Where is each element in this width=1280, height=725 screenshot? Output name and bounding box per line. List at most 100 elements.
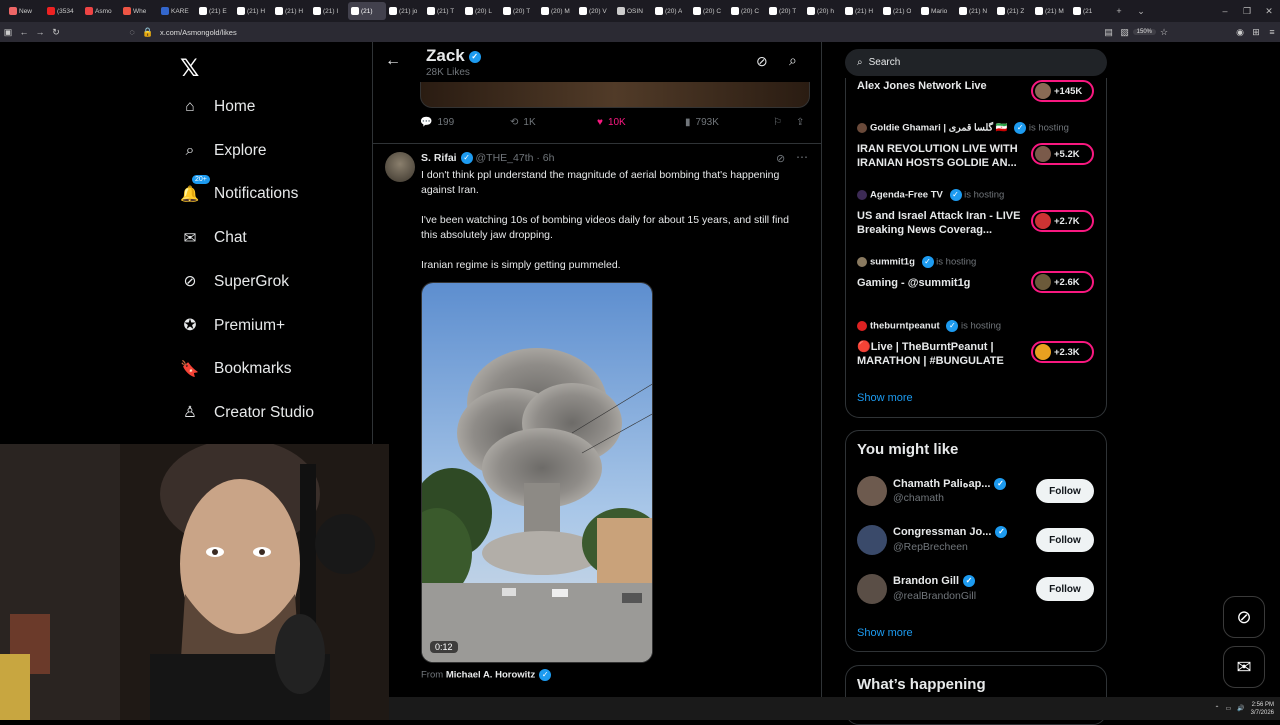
- extensions-icon[interactable]: ⊞: [1248, 27, 1264, 38]
- browser-tab[interactable]: (20) V: [576, 2, 614, 20]
- suggested-user-name[interactable]: Brandon Gill ✓: [893, 575, 975, 588]
- more-options-icon[interactable]: ⋯: [796, 150, 808, 164]
- browser-tab[interactable]: Asmo: [82, 2, 120, 20]
- suggested-user-handle[interactable]: @chamath: [893, 492, 944, 504]
- minimize-icon[interactable]: –: [1214, 6, 1236, 16]
- like-button[interactable]: ♥ 10K: [597, 117, 626, 128]
- show-more-link[interactable]: Show more: [857, 392, 913, 404]
- grok-icon[interactable]: ⊘: [776, 152, 785, 165]
- close-icon[interactable]: ✕: [1258, 6, 1280, 17]
- previous-tweet-media[interactable]: [420, 82, 810, 108]
- reader-icon[interactable]: ▤: [1101, 27, 1117, 38]
- nav-item-creator-studio[interactable]: ♙ Creator Studio: [180, 403, 314, 423]
- retweet-button[interactable]: ⟲ 1K: [510, 117, 536, 128]
- messages-icon[interactable]: ✉: [1223, 646, 1265, 688]
- live-title[interactable]: Alex Jones Network Live: [857, 79, 1027, 93]
- tweet-time[interactable]: 6h: [543, 152, 555, 164]
- from-author[interactable]: Michael A. Horowitz: [446, 670, 535, 681]
- back-icon[interactable]: ←: [16, 27, 32, 37]
- forward-icon[interactable]: →: [32, 27, 48, 37]
- tab-list-icon[interactable]: ⌄: [1130, 6, 1152, 17]
- live-pill[interactable]: +2.6K: [1031, 271, 1094, 293]
- menu-icon[interactable]: ≡: [1264, 27, 1280, 37]
- browser-tab[interactable]: Mario: [918, 2, 956, 20]
- browser-tab[interactable]: (21) H: [272, 2, 310, 20]
- network-icon[interactable]: ▭: [1225, 705, 1231, 712]
- maximize-icon[interactable]: ❐: [1236, 6, 1258, 17]
- browser-tab[interactable]: (3534: [44, 2, 82, 20]
- browser-tab[interactable]: (21) T: [424, 2, 462, 20]
- live-title[interactable]: Gaming - @summit1g: [857, 276, 1027, 290]
- browser-tab[interactable]: (21) E: [196, 2, 234, 20]
- grok-icon[interactable]: ⊘: [1223, 596, 1265, 638]
- follow-button[interactable]: Follow: [1036, 528, 1094, 552]
- live-pill[interactable]: +5.2K: [1031, 143, 1094, 165]
- live-title[interactable]: 🔴Live | TheBurntPeanut | MARATHON | #BUN…: [857, 340, 1027, 368]
- follow-button[interactable]: Follow: [1036, 479, 1094, 503]
- browser-tab[interactable]: Whe: [120, 2, 158, 20]
- nav-item-notifications[interactable]: 🔔 20+ Notifications: [180, 175, 298, 204]
- avatar[interactable]: [857, 525, 887, 555]
- tweet-handle[interactable]: @THE_47th: [476, 152, 534, 164]
- live-title[interactable]: US and Israel Attack Iran - LIVE Breakin…: [857, 209, 1027, 237]
- browser-tab[interactable]: (21) I: [310, 2, 348, 20]
- views-button[interactable]: ▮ 793K: [685, 117, 719, 128]
- volume-icon[interactable]: 🔊: [1237, 705, 1244, 712]
- tweet-author[interactable]: S. Rifai: [421, 152, 457, 164]
- avatar[interactable]: [857, 476, 887, 506]
- browser-tab[interactable]: (21) Z: [994, 2, 1032, 20]
- reload-icon[interactable]: ↻: [48, 27, 64, 38]
- browser-tab[interactable]: (21) M: [1032, 2, 1070, 20]
- live-host[interactable]: Goldie Ghamari | گلسا قمری 🇮🇷 ✓ is hosti…: [857, 122, 1069, 134]
- browser-tab[interactable]: (20) C: [690, 2, 728, 20]
- clock[interactable]: 2:56 PM 3/7/2026: [1251, 701, 1274, 717]
- live-pill[interactable]: +2.7K: [1031, 210, 1094, 232]
- bookmark-star-icon[interactable]: ☆: [1156, 27, 1172, 38]
- suggested-user-handle[interactable]: @realBrandonGill: [893, 590, 976, 602]
- browser-tab[interactable]: (20) M: [538, 2, 576, 20]
- browser-tab[interactable]: (20) h: [804, 2, 842, 20]
- grok-icon[interactable]: ⊘: [756, 53, 768, 70]
- nav-item-chat[interactable]: ✉ Chat: [180, 228, 247, 248]
- url-field[interactable]: x.com/Asmongold/likes: [160, 28, 237, 37]
- zoom-level[interactable]: 150%: [1132, 29, 1156, 35]
- browser-tab[interactable]: (21) H: [234, 2, 272, 20]
- browser-tab[interactable]: (20) L: [462, 2, 500, 20]
- suggested-user-handle[interactable]: @RepBrecheen: [893, 541, 968, 553]
- browser-tab[interactable]: (20) T: [500, 2, 538, 20]
- browser-tab[interactable]: (21) jo: [386, 2, 424, 20]
- browser-tab[interactable]: OSIN: [614, 2, 652, 20]
- nav-item-bookmarks[interactable]: 🔖 Bookmarks: [180, 359, 291, 379]
- account-icon[interactable]: ◉: [1232, 27, 1248, 38]
- sidebar-toggle-icon[interactable]: ▣: [0, 27, 16, 38]
- new-tab-icon[interactable]: +: [1108, 6, 1130, 16]
- browser-tab[interactable]: (20) C: [728, 2, 766, 20]
- nav-item-explore[interactable]: ⌕ Explore: [180, 141, 267, 161]
- back-arrow-icon[interactable]: ←: [385, 52, 401, 70]
- live-pill[interactable]: +145K: [1031, 80, 1094, 102]
- browser-tab[interactable]: (21): [348, 2, 386, 20]
- tray-chevron-icon[interactable]: ⌃: [1214, 705, 1219, 712]
- browser-tab[interactable]: (20) A: [652, 2, 690, 20]
- live-title[interactable]: IRAN REVOLUTION LIVE WITH IRANIAN HOSTS …: [857, 142, 1027, 170]
- follow-button[interactable]: Follow: [1036, 577, 1094, 601]
- live-host[interactable]: Agenda-Free TV ✓ is hosting: [857, 189, 1004, 201]
- suggested-user-name[interactable]: Chamath Paliهap... ✓: [893, 477, 1007, 491]
- browser-tab[interactable]: (21) O: [880, 2, 918, 20]
- live-pill[interactable]: +2.3K: [1031, 341, 1094, 363]
- browser-tab[interactable]: (21) H: [842, 2, 880, 20]
- suggested-user-name[interactable]: Congressman Jo... ✓: [893, 526, 1008, 539]
- tweet-video[interactable]: 0:12: [421, 282, 653, 663]
- bookmark-icon[interactable]: ⚐: [773, 117, 782, 128]
- browser-tab[interactable]: (21) N: [956, 2, 994, 20]
- live-host[interactable]: theburntpeanut ✓ is hosting: [857, 320, 1001, 332]
- reply-button[interactable]: 💬 199: [420, 117, 454, 128]
- avatar[interactable]: [385, 152, 415, 182]
- live-host[interactable]: summit1g ✓ is hosting: [857, 256, 976, 268]
- nav-item-premium[interactable]: ✪ Premium+: [180, 316, 286, 336]
- browser-tab[interactable]: KARE: [158, 2, 196, 20]
- share-icon[interactable]: ⇪: [796, 117, 804, 128]
- browser-tab[interactable]: New: [6, 2, 44, 20]
- nav-item-home[interactable]: ⌂ Home: [180, 97, 255, 117]
- picture-icon[interactable]: ▧: [1117, 27, 1133, 38]
